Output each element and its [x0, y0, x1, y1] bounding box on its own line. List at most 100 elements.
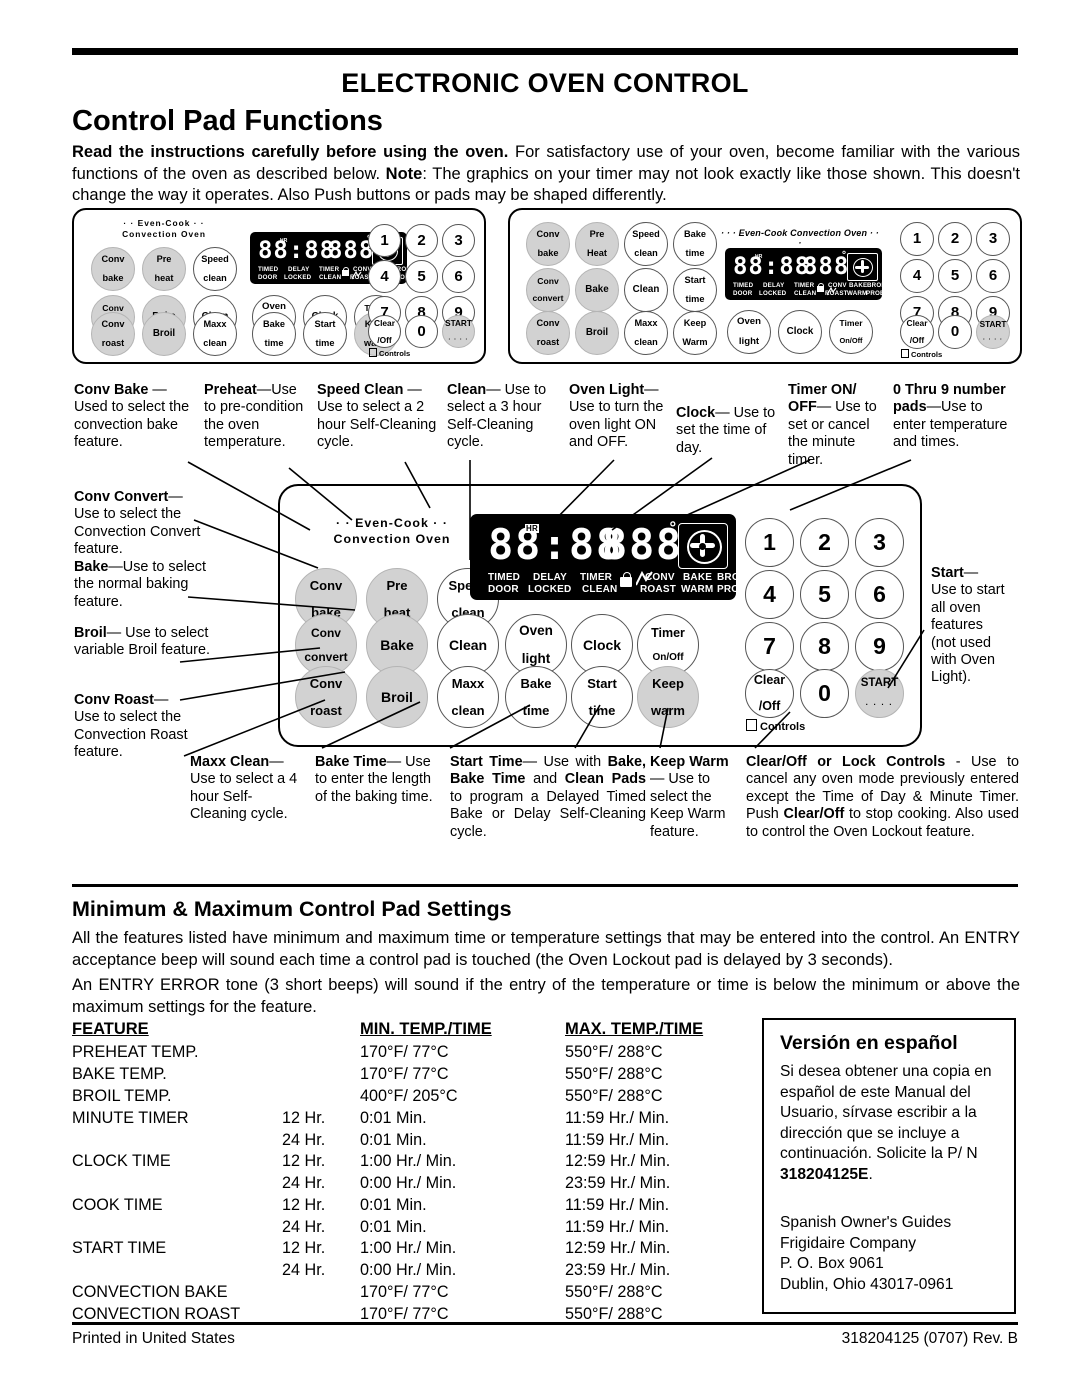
keypad-6-main[interactable]: 6: [855, 570, 904, 619]
button-timer-on-off-b[interactable]: Timer On/Off: [829, 310, 873, 354]
term: Clear/Off or Lock Controls: [746, 754, 946, 770]
body: Use to select the Convection Roast featu…: [74, 709, 188, 761]
button-conv-bake[interactable]: Conv bake: [91, 247, 135, 291]
dash: —: [108, 559, 123, 575]
cell-hours: 12 Hr.: [282, 1108, 326, 1127]
keypad-5-b[interactable]: 5: [938, 259, 972, 293]
table-row: COOK TIME 12 Hr. 0:01 Min. 11:59 Hr./ Min.: [72, 1194, 748, 1216]
button-bake-time[interactable]: Bake time: [252, 312, 296, 356]
display-label-broil: BROIL: [867, 282, 882, 289]
keypad-2-main[interactable]: 2: [800, 518, 849, 567]
intro-paragraph: Read the instructions carefully before u…: [72, 142, 1020, 207]
keypad-8-main[interactable]: 8: [800, 622, 849, 671]
keypad-4[interactable]: 4: [368, 260, 401, 293]
cell-feature: CLOCK TIME: [72, 1152, 171, 1171]
button-clear-off[interactable]: Clear/Off: [368, 315, 401, 348]
button-conv-roast-main[interactable]: Conv roast: [295, 666, 357, 728]
button-start-b[interactable]: START · · · ·: [976, 315, 1010, 349]
cell-max: 23:59 Hr./ Min.: [565, 1174, 671, 1193]
keypad-6[interactable]: 6: [442, 260, 475, 293]
spanish-body-end: .: [868, 1165, 873, 1183]
keypad-3-b[interactable]: 3: [976, 222, 1010, 256]
button-start-time-b[interactable]: Start time: [673, 268, 717, 312]
keypad-2-b[interactable]: 2: [938, 222, 972, 256]
cell-min: 400°F/ 205°C: [360, 1086, 458, 1105]
button-pre-heat[interactable]: Pre heat: [142, 247, 186, 291]
button-clear-off-b[interactable]: Clear/Off: [900, 315, 934, 349]
keypad-0-main[interactable]: 0: [800, 669, 849, 718]
label: 8: [818, 632, 831, 659]
label: Maxx: [634, 317, 658, 328]
button-start[interactable]: START · · · ·: [442, 315, 475, 348]
label: warm: [651, 702, 685, 718]
keypad-0[interactable]: 0: [405, 315, 438, 348]
keypad-3-main[interactable]: 3: [855, 518, 904, 567]
label: roast: [310, 702, 342, 718]
label: 7: [763, 632, 776, 659]
col-min: MIN. TEMP./TIME: [360, 1020, 492, 1038]
keypad-4-b[interactable]: 4: [900, 259, 934, 293]
button-broil[interactable]: Broil: [142, 312, 186, 356]
label: 0: [818, 679, 831, 706]
lock-icon: [620, 572, 632, 587]
label: 6: [873, 580, 886, 607]
keypad-4-main[interactable]: 4: [745, 570, 794, 619]
cell-max: 550°F/ 288°C: [565, 1065, 663, 1084]
display-label-timer: TIMER: [580, 572, 613, 583]
button-conv-roast-b[interactable]: Conv roast: [526, 311, 570, 355]
button-speed-clean-b[interactable]: Speed clean: [624, 222, 668, 266]
keypad-6-b[interactable]: 6: [976, 259, 1010, 293]
label: convert: [532, 293, 564, 304]
button-clock-b[interactable]: Clock: [778, 310, 822, 354]
button-maxx-clean-main[interactable]: Maxx clean: [437, 666, 499, 728]
keypad-1[interactable]: 1: [368, 224, 401, 257]
button-bake-time-b[interactable]: Bake time: [673, 222, 717, 266]
keypad-0-b[interactable]: 0: [938, 315, 972, 349]
keypad-5[interactable]: 5: [405, 260, 438, 293]
control-panel-variant-a: · · Even-Cook · · Convection Oven Conv ba…: [72, 208, 486, 364]
keypad-1-b[interactable]: 1: [900, 222, 934, 256]
button-keep-warm-b[interactable]: Keep Warm: [673, 311, 717, 355]
button-broil-main[interactable]: Broil: [366, 666, 428, 728]
label: Timer: [839, 318, 863, 329]
cell-max: 12:59 Hr./ Min.: [565, 1239, 671, 1258]
cell-max: 550°F/ 288°C: [565, 1086, 663, 1105]
button-conv-roast[interactable]: Conv roast: [91, 312, 135, 356]
button-maxx-clean[interactable]: Maxx clean: [193, 312, 237, 356]
label: time: [685, 293, 705, 304]
display-hr-tag: HR: [755, 254, 763, 260]
keypad-9-main[interactable]: 9: [855, 622, 904, 671]
keypad-1-main[interactable]: 1: [745, 518, 794, 567]
button-maxx-clean-b[interactable]: Maxx clean: [624, 311, 668, 355]
spanish-title: Versión en español: [780, 1032, 958, 1054]
button-clean-b[interactable]: Clean: [624, 268, 668, 312]
keypad-2[interactable]: 2: [405, 224, 438, 257]
button-keep-warm-main[interactable]: Keep warm: [637, 666, 699, 728]
label: Conv: [101, 318, 125, 329]
display-label-clean: CLEAN: [319, 274, 342, 281]
button-start-main[interactable]: START · · · ·: [855, 669, 904, 718]
button-pre-heat-b[interactable]: Pre Heat: [575, 222, 619, 266]
button-start-time-main[interactable]: Start time: [571, 666, 633, 728]
button-conv-convert-b[interactable]: Conv convert: [526, 268, 570, 312]
display-label-warm: WARM: [847, 290, 868, 297]
button-bake-time-main[interactable]: Bake time: [505, 666, 567, 728]
dash: —: [650, 771, 669, 788]
button-oven-light-b[interactable]: Oven light: [727, 310, 771, 354]
lock-icon: [817, 283, 825, 292]
term: Maxx Clean: [190, 754, 270, 770]
keypad-7-main[interactable]: 7: [745, 622, 794, 671]
button-bake-b[interactable]: Bake: [575, 268, 619, 312]
label: 4: [380, 267, 389, 285]
button-broil-b[interactable]: Broil: [575, 311, 619, 355]
label: convert: [304, 650, 348, 665]
button-conv-bake-b[interactable]: Conv bake: [526, 222, 570, 266]
keypad-3[interactable]: 3: [442, 224, 475, 257]
button-speed-clean[interactable]: Speed clean: [193, 247, 237, 291]
keypad-5-main[interactable]: 5: [800, 570, 849, 619]
footer-right: 318204125 (0707) Rev. B: [841, 1330, 1018, 1347]
display-label-timer: TIMER: [794, 282, 815, 289]
button-start-time[interactable]: Start time: [303, 312, 347, 356]
button-clear-off-main[interactable]: Clear/Off: [745, 669, 794, 718]
label: clean: [451, 702, 485, 718]
